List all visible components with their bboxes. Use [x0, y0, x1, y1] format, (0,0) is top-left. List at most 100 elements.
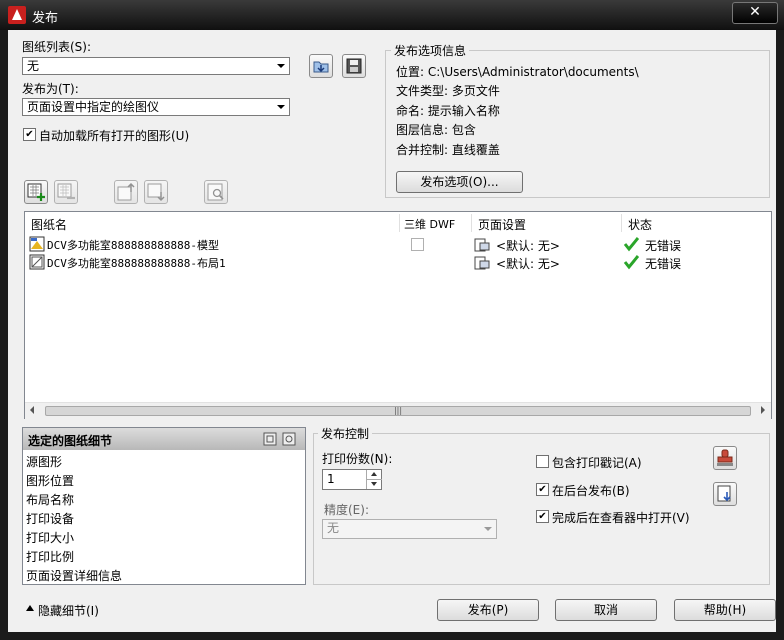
page-setup-icon — [474, 256, 490, 270]
copies-label: 打印份数(N): — [322, 452, 393, 466]
sheet-name: DCV多功能室888888888888-布局1 — [47, 257, 226, 270]
status-value: 无错误 — [645, 239, 682, 253]
auto-load-checkbox[interactable]: ✔ — [23, 128, 36, 141]
publish-file-type: 文件类型: 多页文件 — [396, 84, 500, 98]
detail-drawing-location: 图形位置 — [26, 474, 75, 488]
detail-plot-size: 打印大小 — [26, 531, 75, 545]
include-stamp-checkbox[interactable] — [536, 455, 549, 468]
remove-sheets-icon — [57, 183, 75, 200]
close-button[interactable]: ✕ — [732, 2, 778, 24]
detail-plot-device: 打印设备 — [26, 512, 75, 526]
background-publish-label: 在后台发布(B) — [552, 484, 630, 498]
publish-location: 位置: C:\Users\Administrator\documents\ — [396, 65, 639, 79]
open-viewer-label: 完成后在查看器中打开(V) — [552, 511, 690, 525]
copies-spinner[interactable]: 1 — [322, 469, 382, 490]
details-header: 选定的图纸细节 — [23, 428, 305, 450]
publish-to-select[interactable]: 页面设置中指定的绘图仪 — [22, 98, 290, 116]
3d-dwf-checkbox[interactable] — [411, 238, 424, 251]
horizontal-scrollbar[interactable]: ||| — [25, 402, 771, 419]
precision-value: 无 — [327, 521, 340, 535]
background-settings-button[interactable] — [713, 482, 737, 506]
sheet-list-value: 无 — [27, 59, 40, 73]
remove-sheets-button[interactable] — [54, 180, 78, 204]
publish-dialog: 发布 ✕ 图纸列表(S): 无 发布为(T): 页面设置中指定的绘图仪 ✔ 自动… — [0, 0, 784, 640]
triangle-up-icon — [26, 605, 34, 611]
detail-page-setup-details: 页面设置详细信息 — [26, 569, 123, 583]
detail-layout-name: 布局名称 — [26, 493, 75, 507]
auto-load-label: 自动加载所有打开的图形(U) — [39, 129, 190, 143]
stamp-icon — [717, 449, 733, 466]
column-header-3d-dwf[interactable]: 三维 DWF — [404, 216, 455, 232]
publish-to-value: 页面设置中指定的绘图仪 — [27, 100, 160, 114]
add-sheets-button[interactable] — [24, 180, 48, 204]
scroll-right-arrow-icon[interactable] — [761, 406, 765, 414]
publish-options-button[interactable]: 发布选项(O)... — [396, 171, 523, 193]
page-setup-icon — [474, 238, 490, 252]
chevron-down-icon — [484, 527, 492, 531]
publish-control-title: 发布控制 — [318, 425, 373, 442]
move-sheet-up-button[interactable] — [114, 180, 138, 204]
chevron-up-icon — [371, 472, 377, 476]
save-sheet-list-button[interactable] — [342, 54, 366, 78]
layout-sheet-icon — [29, 254, 45, 270]
precision-select[interactable]: 无 — [322, 519, 497, 539]
column-divider[interactable] — [471, 214, 472, 232]
publish-button[interactable]: 发布(P) — [437, 599, 539, 621]
sheet-list-select[interactable]: 无 — [22, 57, 290, 75]
preview-icon — [207, 183, 224, 201]
include-stamp-label: 包含打印戳记(A) — [552, 456, 642, 470]
sheet-list-label: 图纸列表(S): — [22, 40, 92, 54]
publish-options-title: 发布选项信息 — [391, 42, 470, 59]
move-sheet-up-icon — [117, 182, 135, 201]
details-title: 选定的图纸细节 — [28, 434, 113, 448]
table-row[interactable]: DCV多功能室888888888888-布局1 <默认: 无> 无错误 — [25, 254, 771, 271]
page-setup-value[interactable]: <默认: 无> — [496, 255, 560, 272]
save-sheet-list-icon — [346, 58, 362, 74]
add-sheets-icon — [27, 183, 45, 201]
scroll-left-arrow-icon[interactable] — [30, 406, 34, 414]
chevron-down-icon — [277, 105, 285, 109]
column-divider[interactable] — [399, 214, 400, 232]
model-sheet-icon — [29, 236, 45, 252]
copies-value: 1 — [327, 472, 335, 486]
publish-merge-control: 合并控制: 直线覆盖 — [396, 143, 500, 157]
hide-details-label: 隐藏细节(I) — [38, 604, 99, 618]
detail-plot-scale: 打印比例 — [26, 550, 75, 564]
help-button[interactable]: 帮助(H) — [674, 599, 776, 621]
publish-document-icon — [717, 485, 731, 502]
table-row[interactable]: DCV多功能室888888888888-模型 <默认: 无> 无错误 — [25, 236, 771, 253]
column-header-page-setup[interactable]: 页面设置 — [478, 216, 526, 233]
window-title: 发布 — [32, 11, 59, 26]
page-setup-value[interactable]: <默认: 无> — [496, 237, 560, 254]
plot-stamp-settings-button[interactable] — [713, 446, 737, 470]
chevron-down-icon — [371, 482, 377, 486]
move-sheet-down-icon — [147, 183, 165, 202]
column-header-sheet-name[interactable]: 图纸名 — [31, 216, 67, 233]
status-value: 无错误 — [645, 257, 682, 271]
scrollbar-thumb[interactable]: ||| — [45, 406, 751, 416]
precision-label: 精度(E): — [324, 503, 369, 517]
publish-to-label: 发布为(T): — [22, 82, 79, 96]
open-viewer-checkbox[interactable]: ✔ — [536, 510, 549, 523]
selected-sheet-details-panel: 选定的图纸细节 源图形 图形位置 布局名称 打印设备 打印大小 打印比例 页面设… — [22, 427, 306, 585]
cancel-button[interactable]: 取消 — [555, 599, 657, 621]
dialog-body: 图纸列表(S): 无 发布为(T): 页面设置中指定的绘图仪 ✔ 自动加载所有打… — [8, 30, 776, 632]
column-header-status[interactable]: 状态 — [628, 216, 652, 233]
copy-details-icon[interactable] — [263, 432, 277, 446]
spin-down-button[interactable] — [366, 479, 382, 489]
publish-naming: 命名: 提示输入名称 — [396, 104, 500, 118]
column-divider[interactable] — [621, 214, 622, 232]
sheet-table[interactable]: 图纸名 三维 DWF 页面设置 状态 DCV多功能室888888888888-模… — [24, 211, 772, 419]
publish-layer-info: 图层信息: 包含 — [396, 123, 476, 137]
title-bar[interactable]: 发布 ✕ — [0, 0, 784, 30]
refresh-details-icon[interactable] — [282, 432, 296, 446]
checkmark-icon — [623, 237, 639, 252]
move-sheet-down-button[interactable] — [144, 180, 168, 204]
detail-source-drawing: 源图形 — [26, 455, 63, 469]
checkmark-icon — [623, 255, 639, 270]
preview-button[interactable] — [204, 180, 228, 204]
background-publish-checkbox[interactable]: ✔ — [536, 483, 549, 496]
sheet-name: DCV多功能室888888888888-模型 — [47, 239, 219, 252]
load-sheet-list-button[interactable] — [309, 54, 333, 78]
autocad-logo-icon — [8, 6, 26, 24]
